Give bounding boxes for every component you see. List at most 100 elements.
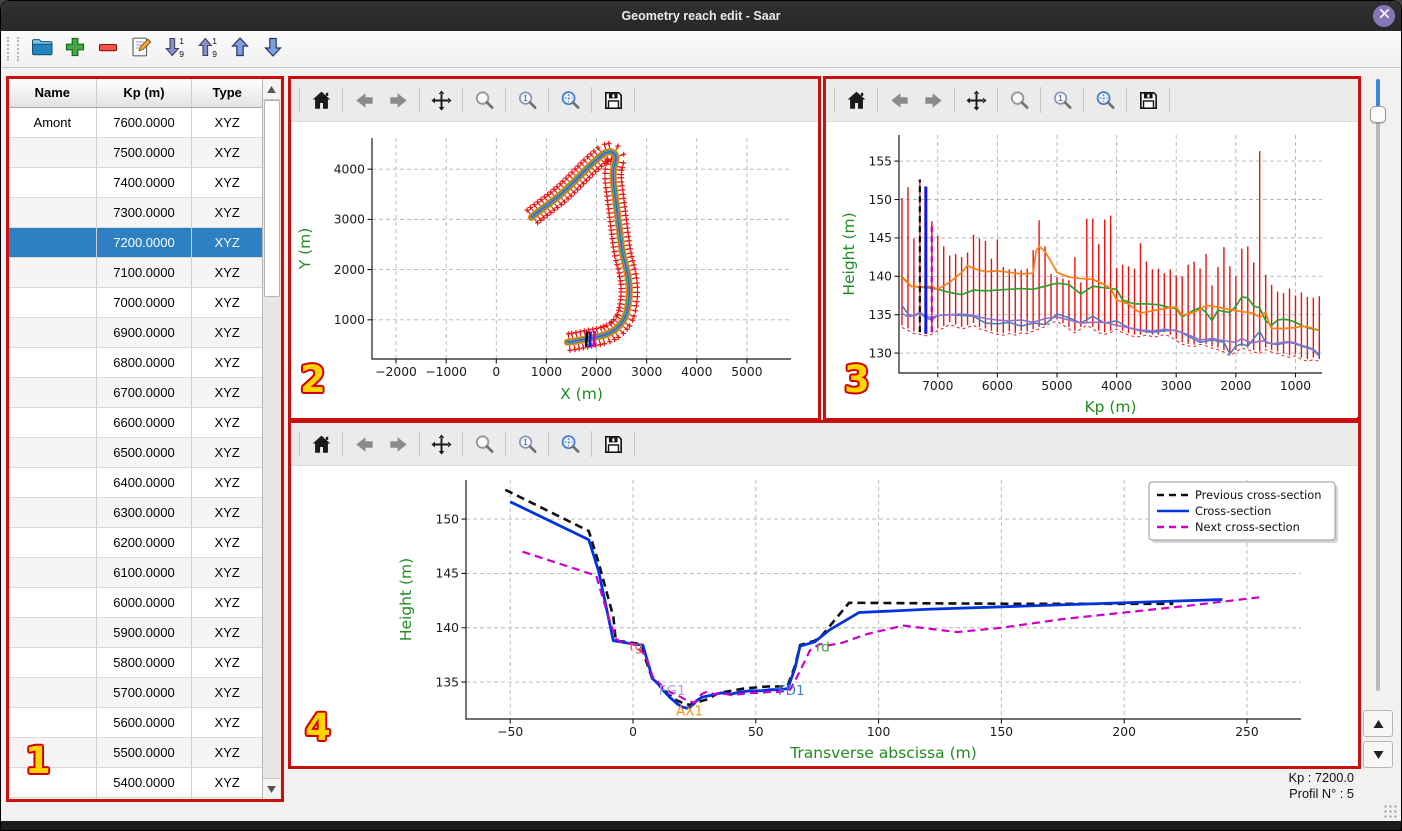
svg-text:1: 1 [523,437,528,447]
add-profile-button[interactable] [62,34,87,59]
scroll-down-button[interactable] [263,778,281,799]
table-row[interactable]: 7100.0000 XYZ [9,258,263,288]
long-profile-chart[interactable]: 7000 6000 5000 4000 3000 2000 1000 130 135 140 145… [826,122,1357,418]
scroll-up-button[interactable] [263,79,281,100]
table-row[interactable]: 5600.0000 XYZ [9,708,263,738]
sort-ascending-button[interactable]: 19 [194,34,219,59]
save-button[interactable] [1136,88,1160,112]
profile-position-slider[interactable] [1370,79,1386,691]
cell-kp: 6700.0000 [97,378,193,407]
back-button[interactable] [352,88,376,112]
home-button[interactable] [844,88,868,112]
panel-badge-4: 4 [305,706,331,749]
cell-type: XYZ [214,535,240,550]
back-icon [353,433,376,456]
scrollbar-thumb[interactable] [264,100,281,297]
plan-view-chart[interactable]: −2000 −1000 0 1000 2000 3000 4000 5000 1000 2000 3… [291,122,818,418]
svg-text:1000: 1000 [1280,379,1311,393]
zoom-region-button[interactable] [1093,88,1117,112]
slider-handle[interactable] [1370,106,1386,123]
forward-button[interactable] [386,88,410,112]
zoom-one-button[interactable]: 1 [1050,88,1074,112]
forward-button[interactable] [386,432,410,456]
zoom-region-button[interactable] [558,432,582,456]
edit-profile-button[interactable] [128,34,153,59]
save-button[interactable] [601,88,625,112]
table-row[interactable]: 6600.0000 XYZ [9,408,263,438]
sort-descending-button[interactable]: 19 [161,34,186,59]
table-row[interactable]: 6000.0000 XYZ [9,588,263,618]
toolbar-drag-handle[interactable] [7,37,19,61]
move-down-button[interactable] [260,34,285,59]
table-row[interactable]: 7500.0000 XYZ [9,138,263,168]
table-row[interactable]: Amont 7600.0000 XYZ [9,108,263,138]
table-row[interactable]: 5700.0000 XYZ [9,678,263,708]
header-type[interactable]: Type [192,79,262,107]
table-row[interactable]: 6500.0000 XYZ [9,438,263,468]
pan-icon [430,89,453,112]
table-row[interactable]: 5300.0000XYZ [9,798,263,799]
next-profile-button[interactable] [1363,741,1393,768]
zoom-region-icon [559,433,582,456]
zoom-button[interactable] [1007,88,1031,112]
cell-type: XYZ [214,205,240,220]
cell-name [9,738,97,767]
cell-name [9,468,97,497]
open-folder-button[interactable] [29,34,54,59]
slider-track[interactable] [1376,79,1380,691]
back-button[interactable] [887,88,911,112]
window-bottom-edge [1,821,1401,830]
pan-button[interactable] [429,432,453,456]
svg-text:135: 135 [436,675,459,689]
save-button[interactable] [601,432,625,456]
pan-button[interactable] [429,88,453,112]
remove-profile-button[interactable] [95,34,120,59]
toolbar-separator [299,87,300,113]
svg-text:2000: 2000 [1220,379,1251,393]
svg-text:50: 50 [748,725,764,739]
table-row[interactable]: 7400.0000 XYZ [9,168,263,198]
svg-text:−50: −50 [497,725,523,739]
table-row[interactable]: 6200.0000 XYZ [9,528,263,558]
back-button[interactable] [352,432,376,456]
cell-kp: 6800.0000 [97,348,193,377]
table-row[interactable]: 7000.0000 XYZ [9,288,263,318]
table-scrollbar[interactable] [262,79,281,799]
home-button[interactable] [309,432,333,456]
toolbar-separator [834,87,835,113]
zoom-button[interactable] [472,88,496,112]
toolbar-separator [954,87,955,113]
table-row[interactable]: 6100.0000 XYZ [9,558,263,588]
title-bar[interactable]: Geometry reach edit - Saar [1,1,1401,31]
table-row[interactable]: 7300.0000 XYZ [9,198,263,228]
cross-section-chart[interactable]: −50 0 50 100 150 200 250 135 140 145 150 Transverse… [291,466,1358,766]
resize-grip[interactable] [1383,804,1398,819]
table-row[interactable]: 6300.0000 XYZ [9,498,263,528]
cell-kp: 6600.0000 [97,408,193,437]
table-row[interactable]: 5800.0000 XYZ [9,648,263,678]
zoom-button[interactable] [472,432,496,456]
zoom-one-button[interactable]: 1 [515,88,539,112]
close-button[interactable] [1373,5,1395,27]
table-row[interactable]: 7200.0000 XYZ [9,228,263,258]
forward-button[interactable] [921,88,945,112]
svg-text:150: 150 [436,512,459,526]
svg-text:100: 100 [867,725,890,739]
zoom-region-button[interactable] [558,88,582,112]
header-name[interactable]: Name [9,79,97,107]
app-window: Geometry reach edit - Saar 19 19 Name Kp … [0,0,1402,831]
zoom-one-button[interactable]: 1 [515,432,539,456]
previous-profile-button[interactable] [1363,710,1393,737]
pan-button[interactable] [964,88,988,112]
table-row[interactable]: 6800.0000 XYZ [9,348,263,378]
table-row[interactable]: 5900.0000 XYZ [9,618,263,648]
table-row[interactable]: 6700.0000 XYZ [9,378,263,408]
svg-text:3000: 3000 [334,213,365,227]
table-row[interactable]: 6900.0000 XYZ [9,318,263,348]
header-kp[interactable]: Kp (m) [97,79,193,107]
move-up-button[interactable] [227,34,252,59]
table-row[interactable]: 6400.0000 XYZ [9,468,263,498]
cell-kp: 7100.0000 [97,258,193,287]
svg-text:145: 145 [869,231,892,245]
home-button[interactable] [309,88,333,112]
